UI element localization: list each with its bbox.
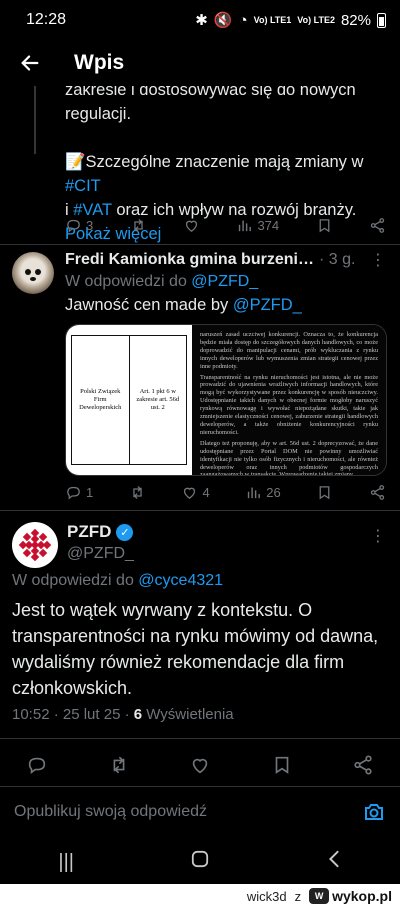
bookmark-icon	[319, 218, 329, 232]
tweet-time: · 3 g.	[319, 251, 356, 268]
retweet-icon	[133, 485, 142, 499]
home-icon[interactable]	[191, 850, 209, 874]
page-title: Wpis	[74, 51, 125, 74]
like-button[interactable]	[183, 217, 200, 234]
author-name[interactable]: Fredi Kamionka gmina burzenin …	[65, 251, 315, 269]
table-cell: Art. 1 pkt 6 w zakresie art. 56d ust. 2	[128, 336, 187, 464]
author-handle[interactable]: @PZFD_	[67, 545, 134, 563]
hashtag-cit[interactable]: #CIT	[65, 177, 101, 195]
pzfd-logo-avatar[interactable]	[12, 522, 58, 568]
reply-icon	[67, 486, 80, 499]
reply-button[interactable]	[26, 754, 48, 781]
mention-link[interactable]: @PZFD_	[191, 273, 258, 290]
reply-icon	[28, 757, 46, 774]
bookmark-button[interactable]	[316, 217, 333, 234]
retweet-icon	[113, 756, 124, 774]
thread-content[interactable]: zakresie i dostosowywać się do nowych re…	[0, 86, 400, 768]
verified-badge-icon: ✓	[116, 523, 134, 541]
reply-context: W odpowiedzi do @PZFD_	[65, 273, 259, 290]
status-time: 12:28	[26, 11, 67, 28]
main-tweet-actions	[26, 754, 374, 781]
like-button[interactable]: 4	[181, 484, 210, 501]
watermark: wick3d z W wykop.pl	[0, 884, 400, 908]
mention-link[interactable]: @PZFD_	[233, 296, 302, 314]
mention-link[interactable]: @cyce4321	[138, 572, 223, 589]
reply-context: W odpowiedzi do @cyce4321	[12, 572, 224, 589]
share-button[interactable]	[369, 217, 386, 234]
wifi-icon: ◔	[238, 11, 248, 29]
heart-icon	[192, 758, 208, 774]
watermark-user: wick3d	[246, 888, 287, 904]
retweet-button[interactable]	[108, 754, 130, 781]
table-cell: Polski Związek Firm Deweloperskich	[79, 388, 122, 411]
pzfd-logo-icon	[18, 528, 52, 562]
attached-image[interactable]: Polski Związek Firm Deweloperskich Art. …	[65, 324, 387, 476]
reply-icon	[67, 219, 80, 232]
author-name[interactable]: PZFD ✓	[67, 522, 134, 542]
retweet-button[interactable]	[130, 217, 147, 234]
share-icon	[370, 217, 385, 233]
share-button[interactable]	[369, 484, 386, 501]
share-icon	[370, 484, 385, 500]
tweet-header: Fredi Kamionka gmina burzenin … · 3 g. ⋮	[65, 250, 386, 270]
bookmark-button[interactable]	[271, 754, 293, 781]
tweet-text: Jawność cen made by @PZFD_	[65, 296, 302, 314]
battery-level: 82%	[340, 11, 371, 29]
wykop-logo: W wykop.pl	[309, 888, 392, 904]
share-button[interactable]	[352, 754, 374, 781]
previous-tweet-actions: 3 374	[65, 214, 386, 236]
views-button[interactable]: 26	[245, 484, 281, 501]
view-count: 6	[133, 706, 143, 723]
heart-icon	[185, 220, 198, 232]
status-icons: ✱ 🔇 ◔ Vo) LTE1 Vo) LTE2 82%	[195, 11, 386, 29]
wykop-logo-icon: W	[309, 888, 330, 904]
thread-line	[34, 86, 36, 154]
nav-back-icon[interactable]	[326, 850, 342, 874]
reply-input[interactable]: Opublikuj swoją odpowiedź	[14, 803, 362, 821]
reply-button[interactable]: 1	[65, 484, 93, 501]
avatar[interactable]	[12, 252, 54, 294]
views-chart-icon	[239, 220, 252, 231]
bookmark-icon	[275, 756, 288, 774]
retweet-icon	[133, 218, 143, 232]
system-nav-bar: |||	[0, 840, 400, 884]
more-options-icon[interactable]: ⋮	[370, 250, 386, 270]
camera-icon[interactable]	[362, 800, 386, 824]
like-button[interactable]	[189, 754, 211, 781]
bookmark-button[interactable]	[316, 484, 333, 501]
bluetooth-icon: ✱	[195, 12, 208, 29]
battery-icon	[377, 12, 386, 28]
divider	[0, 510, 400, 511]
document-table: Polski Związek Firm Deweloperskich Art. …	[66, 325, 192, 475]
retweet-button[interactable]	[129, 484, 146, 501]
tweet-text: Jest to wątek wyrwany z kontekstu. O tra…	[12, 600, 379, 698]
sim2-signal: Vo) LTE2	[297, 14, 335, 25]
share-icon	[354, 755, 372, 775]
status-bar: 12:28 ✱ 🔇 ◔ Vo) LTE1 Vo) LTE2 82%	[0, 0, 400, 40]
more-options-icon[interactable]: ⋮	[370, 526, 386, 546]
back-arrow-icon[interactable]	[0, 40, 60, 86]
document-text: naruszeń zasad uczciwej konkurencji. Ozn…	[192, 325, 386, 475]
top-bar: Wpis	[0, 40, 400, 86]
tweet-meta: 10:52 · 25 lut 25 · 6 Wyświetlenia	[12, 706, 234, 723]
mute-icon: 🔇	[213, 12, 233, 29]
reply-button[interactable]: 3	[65, 217, 93, 234]
views-chart-icon	[248, 487, 261, 498]
tweet-actions: 1 4 26	[65, 481, 386, 503]
heart-icon	[184, 487, 196, 499]
reply-composer[interactable]: Opublikuj swoją odpowiedź	[0, 786, 400, 836]
recent-apps-icon[interactable]: |||	[58, 851, 74, 874]
sim1-signal: Vo) LTE1	[253, 14, 292, 25]
divider	[0, 738, 400, 739]
views-button[interactable]: 374	[236, 217, 279, 234]
divider	[0, 244, 400, 245]
bookmark-icon	[319, 485, 330, 499]
